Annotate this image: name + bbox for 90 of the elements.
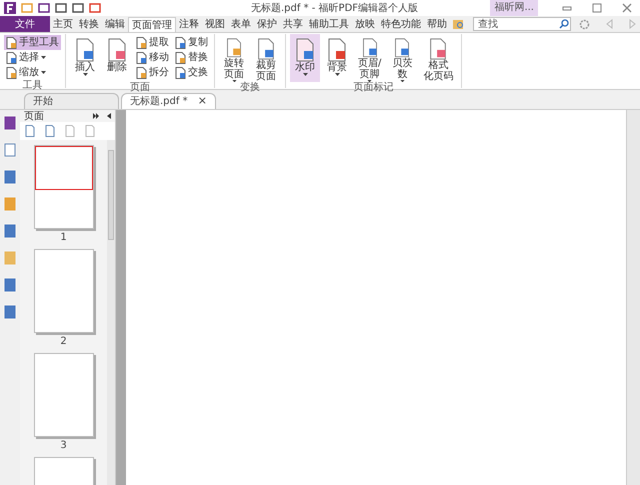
menu-tab[interactable]: 视图 [202, 17, 228, 32]
ribbon-button[interactable]: 提取 [134, 35, 171, 50]
page-icon [256, 38, 276, 60]
page-icon [428, 38, 448, 60]
expand-icon[interactable] [93, 113, 99, 119]
sidebar-icon[interactable] [3, 224, 17, 238]
page-icon [175, 66, 186, 78]
ribbon-button[interactable]: 缩放 [4, 65, 61, 80]
menu-tab[interactable]: 页面管理 [128, 17, 176, 32]
collapse-icon[interactable] [107, 113, 111, 119]
window-title: 无标题.pdf * - 福昕PDF编辑器个人版 [251, 2, 418, 16]
page-icon [6, 66, 17, 78]
ribbon-button[interactable]: 旋转 页面 [219, 34, 249, 82]
ribbon-button[interactable]: 裁剪 页面 [251, 34, 281, 82]
menu-tab[interactable]: 表单 [228, 17, 254, 32]
ribbon-button[interactable]: 贝茨 数 [387, 34, 418, 82]
menu-tab[interactable]: 转换 [76, 17, 102, 32]
ribbon-button[interactable]: 水印 [290, 34, 320, 82]
account-button[interactable]: 福昕网... [490, 0, 538, 16]
page-icon [175, 36, 186, 48]
page-tool-icon[interactable] [85, 125, 95, 137]
group-label: 变换 [239, 82, 261, 93]
toolbar-icon[interactable] [55, 2, 67, 14]
sidebar-icon[interactable] [3, 116, 17, 130]
forward-icon[interactable] [629, 19, 636, 29]
search-field[interactable]: 查找 [473, 17, 571, 31]
page-icon [136, 36, 147, 48]
sidebar-icon[interactable] [3, 143, 17, 157]
page-thumbnail[interactable] [34, 249, 94, 333]
ribbon-button[interactable]: 页眉/ 页脚 [354, 34, 386, 82]
toolbar-icon[interactable] [72, 2, 84, 14]
toolbar-icon[interactable] [89, 2, 101, 14]
page-tool-icon[interactable] [65, 125, 75, 137]
page-icon [175, 52, 186, 64]
page-thumbnail[interactable] [34, 145, 94, 229]
ribbon-button[interactable]: 插入 [70, 34, 100, 82]
page-number: 2 [60, 335, 67, 349]
search-options-icon[interactable] [453, 18, 465, 30]
ribbon-button[interactable]: 删除 [102, 34, 132, 82]
maximize-icon[interactable] [592, 3, 602, 13]
document-tab[interactable]: 开始 [24, 93, 119, 109]
page-icon [75, 38, 95, 62]
group-label: 工具 [22, 80, 44, 91]
ribbon-button[interactable]: 背景 [322, 34, 352, 82]
close-icon[interactable] [622, 3, 632, 13]
sidebar-icon[interactable] [3, 305, 17, 319]
ribbon-button[interactable]: 复制 [173, 35, 210, 50]
scrollbar[interactable] [626, 110, 640, 485]
menu-tab[interactable]: 帮助 [424, 17, 450, 32]
ribbon-button[interactable]: 手型工具 [4, 35, 61, 50]
ribbon-button[interactable]: 移动 [134, 50, 171, 65]
menu-tab[interactable]: 特色功能 [378, 17, 424, 32]
close-tab-button[interactable]: × [198, 93, 207, 110]
menu-tab[interactable]: 主页 [50, 17, 76, 32]
page-tool-icon[interactable] [25, 125, 35, 137]
page-icon [107, 38, 127, 62]
ribbon-button[interactable]: 拆分 [134, 65, 171, 80]
page-icon [327, 38, 347, 62]
page-number: 1 [60, 231, 67, 245]
menu-tab[interactable]: 保护 [254, 17, 280, 32]
ribbon-button[interactable]: 选择 [4, 50, 61, 65]
menu-tab[interactable]: 编辑 [102, 17, 128, 32]
sidebar-icon[interactable] [3, 278, 17, 292]
page-icon [6, 36, 17, 48]
ribbon-button[interactable]: 格式 化页码 [419, 34, 458, 82]
page-icon [136, 52, 147, 64]
settings-icon[interactable] [579, 18, 590, 30]
menu-tab[interactable]: 注释 [176, 17, 202, 32]
menu-tab[interactable]: 共享 [280, 17, 306, 32]
page-icon [136, 66, 147, 78]
panel-title: 页面 [24, 110, 44, 124]
document-tab[interactable]: 无标题.pdf * × [121, 93, 216, 109]
ribbon-button[interactable]: 交换 [173, 65, 210, 80]
group-label: 页面 [129, 82, 151, 93]
page-icon [6, 52, 17, 64]
group-label: 页面标记 [352, 82, 395, 93]
ribbon-button[interactable]: 替换 [173, 50, 210, 65]
page-tool-icon[interactable] [45, 125, 55, 137]
page-icon [295, 38, 315, 62]
page-number: 3 [60, 439, 67, 453]
toolbar-icon[interactable] [38, 2, 50, 14]
page-icon [224, 38, 244, 58]
page-thumbnail[interactable] [34, 353, 94, 437]
search-icon [559, 19, 569, 29]
scrollbar[interactable] [107, 140, 115, 485]
file-menu[interactable]: 文件 [0, 16, 50, 32]
sidebar-icon[interactable] [3, 170, 17, 184]
menu-tab[interactable]: 放映 [352, 17, 378, 32]
menu-tab[interactable]: 辅助工具 [306, 17, 352, 32]
back-icon[interactable] [606, 19, 613, 29]
